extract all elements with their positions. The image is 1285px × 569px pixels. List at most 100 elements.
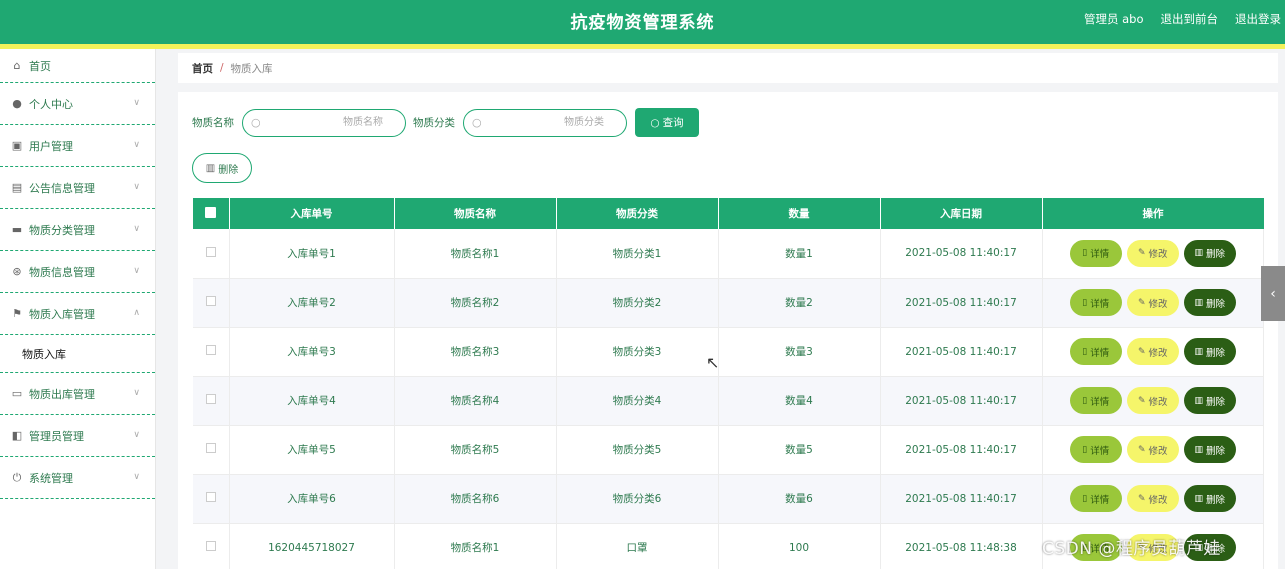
breadcrumb-separator: / — [220, 62, 224, 74]
sidebar-subitem-stock-in[interactable]: 物质入库 — [0, 335, 155, 373]
sidebar-item-admin[interactable]: ◧ 管理员管理 ∨ — [0, 415, 155, 457]
delete-button[interactable]: ▥ 删除 — [1183, 387, 1236, 414]
delete-label: 删除 — [1206, 249, 1226, 261]
table-cell: 入库单号2 — [229, 278, 395, 328]
detail-button[interactable]: ▯ 详情 — [1069, 338, 1122, 365]
row-checkbox-cell[interactable] — [193, 474, 230, 524]
query-button-label: 查询 — [662, 117, 684, 129]
notice-icon: ▤ — [11, 180, 23, 194]
chevron-left-icon: ‹ — [1270, 285, 1276, 302]
collapse-tab[interactable]: ‹ — [1261, 266, 1285, 321]
sidebar-item-label: 首页 — [29, 59, 51, 73]
col-header: 入库日期 — [880, 198, 1043, 229]
chevron-down-icon: ∨ — [133, 140, 140, 150]
pencil-icon: ✎ — [1137, 444, 1146, 455]
edit-label: 修改 — [1148, 396, 1168, 408]
table-row: 入库单号6 物质名称6 物质分类6 数量6 2021-05-08 11:40:17 ▯ 详情… — [193, 474, 1264, 524]
delete-button[interactable]: ▥ 删除 — [1183, 436, 1236, 463]
sidebar-item-profile[interactable]: ● 个人中心 ∨ — [0, 83, 155, 125]
table-cell: 入库单号3 — [229, 327, 395, 377]
chevron-down-icon: ∨ — [133, 182, 140, 192]
trash-icon: ▥ — [1194, 444, 1203, 455]
row-checkbox[interactable] — [205, 345, 216, 355]
detail-label: 详情 — [1090, 494, 1110, 506]
table-cell: 物质分类6 — [556, 474, 719, 524]
table-cell: 物质名称2 — [394, 278, 557, 328]
detail-button[interactable]: ▯ 详情 — [1069, 239, 1122, 267]
edit-button[interactable]: ✎ 修改 — [1126, 239, 1179, 267]
edit-button[interactable]: ✎ 修改 — [1126, 485, 1179, 512]
delete-button[interactable]: ▥ 删除 — [1183, 239, 1236, 267]
sidebar-item-category[interactable]: ▬ 物质分类管理 ∨ — [0, 209, 155, 251]
row-checkbox-cell[interactable] — [193, 523, 230, 569]
edit-button[interactable]: ✎ 修改 — [1126, 436, 1179, 463]
delete-label: 删除 — [1206, 347, 1226, 359]
edit-label: 修改 — [1148, 298, 1168, 310]
info-icon: ⊛ — [12, 264, 22, 278]
table-header-row: 入库单号 物质名称 物质分类 数量 入库日期 操作 — [193, 198, 1264, 229]
edit-button[interactable]: ✎ 修改 — [1126, 289, 1179, 316]
document-icon: ▯ — [1082, 248, 1088, 259]
row-checkbox-cell[interactable] — [193, 278, 230, 328]
chevron-down-icon: ∨ — [133, 266, 140, 276]
delete-button[interactable]: ▥ 删除 — [1183, 338, 1236, 365]
detail-button[interactable]: ▯ 详情 — [1069, 387, 1122, 414]
table-cell: 1620445718027 — [229, 523, 395, 569]
sidebar-item-notice[interactable]: ▤ 公告信息管理 ∨ — [0, 167, 155, 209]
row-checkbox-cell[interactable] — [193, 327, 230, 377]
search-icon: ○ — [251, 115, 261, 129]
mouse-cursor-icon: ↖ — [706, 353, 720, 372]
sidebar-item-users[interactable]: ▣ 用户管理 ∨ — [0, 125, 155, 167]
sidebar-item-system[interactable]: ⏻ 系统管理 ∨ — [0, 457, 155, 499]
actions-cell: ▯ 详情 ✎ 修改 ▥ 删除 — [1042, 278, 1264, 328]
row-checkbox[interactable] — [205, 443, 216, 453]
delete-button[interactable]: ▥ 删除 — [1183, 485, 1236, 512]
pencil-icon: ✎ — [1137, 346, 1146, 357]
row-checkbox[interactable] — [205, 246, 216, 257]
search-row: 物质名称 ○ 物质分类 ○ ○ 查询 — [192, 108, 699, 137]
table-cell: 入库单号6 — [229, 474, 395, 524]
table-cell: 2021-05-08 11:40:17 — [880, 327, 1043, 377]
edit-button[interactable]: ✎ 修改 — [1126, 387, 1179, 414]
name-search-input[interactable] — [267, 114, 383, 131]
breadcrumb-home[interactable]: 首页 — [192, 61, 213, 76]
category-search-input[interactable] — [488, 114, 604, 131]
row-checkbox-cell[interactable] — [193, 425, 230, 475]
row-checkbox[interactable] — [205, 394, 216, 404]
detail-label: 详情 — [1090, 396, 1110, 408]
document-icon: ▯ — [1082, 444, 1088, 455]
delete-label: 删除 — [1206, 494, 1226, 506]
row-checkbox-cell[interactable] — [193, 376, 230, 426]
batch-delete-button[interactable]: ▥ 删除 — [192, 153, 252, 183]
delete-button[interactable]: ▥ 删除 — [1183, 289, 1236, 316]
sidebar-item-home[interactable]: ⌂ 首页 — [0, 49, 155, 83]
table-cell: 数量6 — [718, 474, 881, 524]
table-cell: 物质分类5 — [556, 425, 719, 475]
logout-link[interactable]: 退出登录 — [1235, 11, 1281, 27]
row-checkbox-cell[interactable] — [193, 229, 230, 279]
sidebar-item-info[interactable]: ⊛ 物质信息管理 ∨ — [0, 251, 155, 293]
users-icon: ▣ — [11, 138, 23, 152]
select-all-checkbox[interactable] — [205, 206, 217, 218]
trash-icon: ▥ — [1194, 395, 1203, 406]
table-cell: 2021-05-08 11:40:17 — [880, 425, 1043, 475]
watermark: CSDN @程序员葫芦娃 — [1042, 539, 1221, 559]
edit-button[interactable]: ✎ 修改 — [1126, 338, 1179, 365]
row-checkbox[interactable] — [205, 541, 216, 551]
detail-button[interactable]: ▯ 详情 — [1069, 485, 1122, 512]
row-checkbox[interactable] — [205, 296, 216, 306]
edit-label: 修改 — [1148, 494, 1168, 506]
detail-button[interactable]: ▯ 详情 — [1069, 289, 1122, 316]
chevron-up-icon: ∧ — [133, 308, 140, 318]
pencil-icon: ✎ — [1137, 297, 1146, 308]
sidebar-item-stock-out[interactable]: ▭ 物质出库管理 ∨ — [0, 373, 155, 415]
select-all-cell[interactable] — [193, 198, 230, 229]
row-checkbox[interactable] — [205, 492, 216, 502]
sidebar-item-stock-in[interactable]: ⚑ 物质入库管理 ∧ — [0, 293, 155, 335]
table-row: 入库单号4 物质名称4 物质分类4 数量4 2021-05-08 11:40:17 ▯ 详情… — [193, 376, 1264, 426]
detail-button[interactable]: ▯ 详情 — [1069, 436, 1122, 463]
exit-to-front-link[interactable]: 退出到前台 — [1161, 11, 1219, 27]
table-cell: 物质分类4 — [556, 376, 719, 426]
query-button[interactable]: ○ 查询 — [635, 108, 699, 137]
accent-strip — [0, 44, 1285, 49]
